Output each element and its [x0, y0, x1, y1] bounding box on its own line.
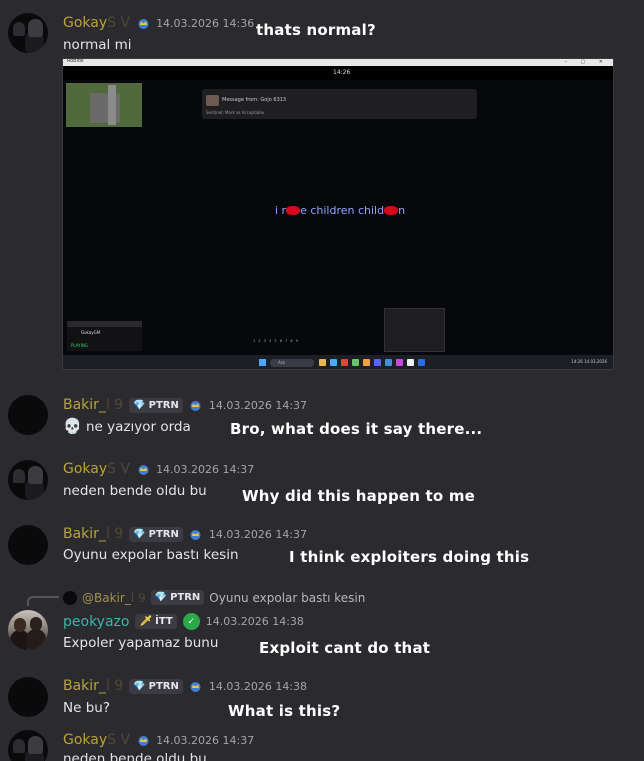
- guild-tag: 💎 PTRN: [150, 590, 205, 605]
- red-scribble: [286, 206, 301, 215]
- message-text: Expoler yapamaz bunu: [63, 635, 219, 651]
- message-text: neden bende oldu bu: [63, 751, 207, 761]
- reply-connector: [27, 596, 59, 606]
- timestamp: 14.03.2026 14:37: [156, 462, 255, 476]
- translation-overlay: I think exploiters doing this: [289, 548, 530, 566]
- username[interactable]: GokayS V: [63, 461, 130, 477]
- avatar[interactable]: [8, 13, 48, 53]
- gem-icon: 💎: [154, 592, 168, 603]
- avatar[interactable]: [8, 610, 48, 650]
- avatar[interactable]: [8, 677, 48, 717]
- game-popup: [384, 308, 445, 352]
- message-text: Ne bu?: [63, 700, 110, 716]
- message-header: Bakir_l 9 💎 PTRN 14.03.2026 14:38: [63, 678, 307, 694]
- windows-start-icon: [259, 359, 266, 366]
- username[interactable]: GokayS V: [63, 732, 130, 748]
- shield-check-icon: ✓: [182, 613, 200, 630]
- reply-preview[interactable]: @Bakir_l 9 💎 PTRN Oyunu expolar bastı kes…: [63, 590, 365, 605]
- attachment-image[interactable]: Roblox – ▢ ✕ 14:26 Message from: Gojo 631…: [62, 58, 614, 370]
- username[interactable]: Bakir_l 9: [63, 678, 123, 694]
- translation-overlay: What is this?: [228, 702, 341, 720]
- message-header: Bakir_l 9 💎 PTRN 14.03.2026 14:37: [63, 526, 307, 542]
- red-scribble: [384, 206, 399, 215]
- game-hotbar: 1 2 3 4 5 6 7 8 9: [253, 339, 299, 343]
- message-text: 💀 ne yazıyor orda: [63, 417, 191, 435]
- message-header: GokayS V 14.03.2026 14:36: [63, 15, 254, 31]
- avatar[interactable]: [8, 525, 48, 565]
- taskbar-apps: [319, 359, 425, 366]
- timestamp: 14.03.2026 14:36: [156, 16, 255, 30]
- guild-tag[interactable]: 💎 PTRN: [129, 526, 183, 542]
- crown-icon: [136, 16, 150, 30]
- message-text: neden bende oldu bu: [63, 483, 207, 499]
- username[interactable]: peokyazo: [63, 614, 129, 630]
- username[interactable]: Bakir_l 9: [63, 526, 123, 542]
- guild-tag[interactable]: 💎 PTRN: [129, 678, 183, 694]
- message-header: GokayS V 14.03.2026 14:37: [63, 732, 254, 748]
- guild-tag[interactable]: 💎 PTRN: [129, 397, 183, 413]
- crown-icon: [136, 733, 150, 747]
- windows-taskbar: Ara 14:26 14.03.2026: [63, 355, 613, 369]
- timestamp: 14.03.2026 14:38: [208, 679, 308, 693]
- gem-icon: 💎: [133, 399, 146, 411]
- avatar[interactable]: [8, 460, 48, 500]
- crown-icon: [189, 679, 203, 693]
- timestamp: 14.03.2026 14:38: [205, 615, 304, 628]
- timestamp: 14.03.2026 14:37: [208, 527, 308, 541]
- message-header: Bakir_l 9 💎 PTRN 14.03.2026 14:37: [63, 397, 307, 413]
- taskbar-tray: 14:26 14.03.2026: [571, 359, 607, 364]
- username[interactable]: Bakir_l 9: [63, 397, 123, 413]
- message-text: Oyunu expolar bastı kesin: [63, 547, 239, 563]
- sword-icon: 🗡: [139, 616, 153, 627]
- notification-avatar: [206, 95, 219, 106]
- game-player-panel: GokayGM PLAYING: [67, 321, 142, 351]
- translation-overlay: thats normal?: [256, 21, 376, 39]
- skull-emoji: 💀: [63, 417, 82, 435]
- avatar[interactable]: [8, 730, 48, 761]
- username[interactable]: GokayS V: [63, 15, 130, 31]
- game-clock: 14:26: [333, 69, 351, 76]
- guild-tag[interactable]: 🗡 İTT: [135, 614, 177, 629]
- timestamp: 14.03.2026 14:37: [156, 733, 255, 747]
- gem-icon: 💎: [133, 680, 146, 692]
- reply-username[interactable]: @Bakir_l 9: [82, 591, 146, 605]
- attachment-titlebar: Roblox – ▢ ✕: [63, 59, 613, 66]
- message-header: peokyazo 🗡 İTT ✓ 14.03.2026 14:38: [63, 613, 304, 630]
- gem-icon: 💎: [133, 528, 146, 540]
- game-minimap: [66, 83, 142, 127]
- translation-overlay: Why did this happen to me: [242, 487, 476, 505]
- reply-text: Oyunu expolar bastı kesin: [209, 590, 366, 605]
- timestamp: 14.03.2026 14:37: [208, 398, 308, 412]
- avatar[interactable]: [8, 395, 48, 435]
- reply-avatar: [63, 590, 77, 605]
- crown-icon: [189, 527, 203, 541]
- translation-overlay: Exploit cant do that: [259, 639, 431, 657]
- message-text: normal mi: [63, 37, 132, 53]
- taskbar-search: Ara: [270, 359, 314, 367]
- censored-center-text: i re children child n: [275, 204, 406, 217]
- game-notification: Message from: Gojo 6313 Sentinel: Mark a…: [202, 89, 477, 119]
- crown-icon: [189, 398, 203, 412]
- message-header: GokayS V 14.03.2026 14:37: [63, 461, 254, 477]
- translation-overlay: Bro, what does it say there...: [230, 420, 483, 438]
- crown-icon: [136, 462, 150, 476]
